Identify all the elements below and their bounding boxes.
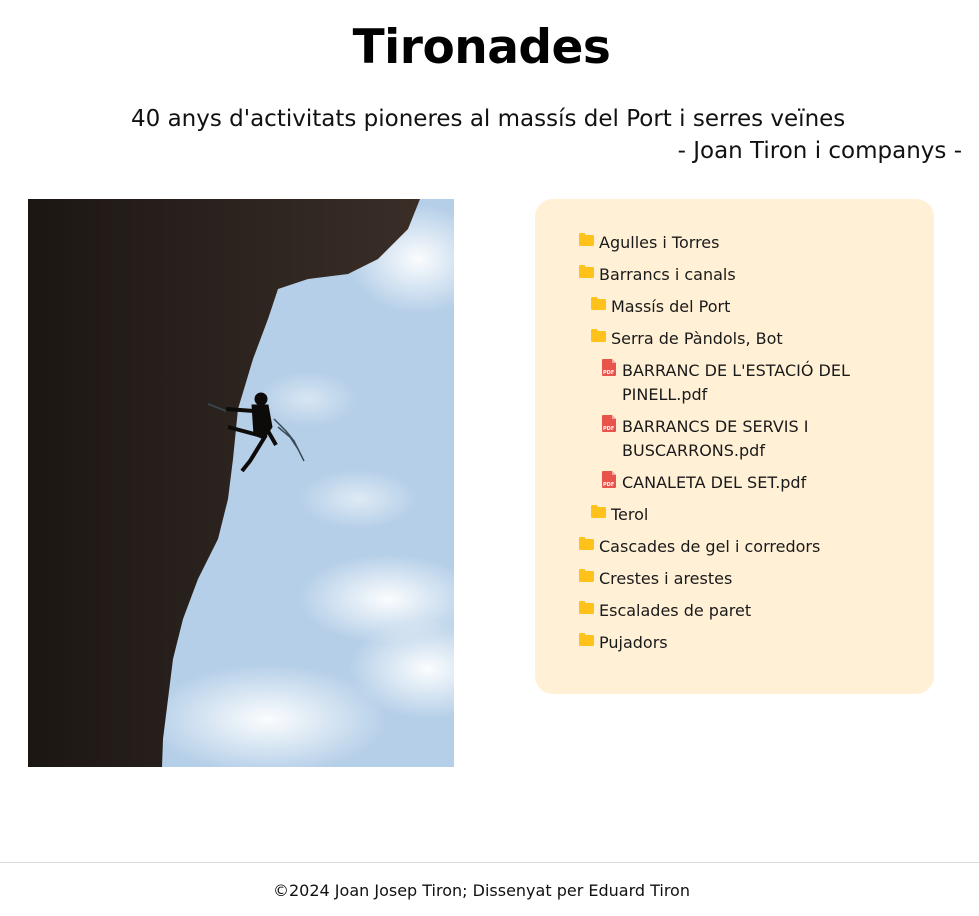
tree-item-serra-de-pandols-bot[interactable]: Serra de Pàndols, Bot <box>591 327 783 351</box>
tree-item-label: Pujadors <box>599 633 668 652</box>
pdf-file-icon: PDF <box>602 415 618 439</box>
site-subtitle: 40 anys d'activitats pioneres al massís … <box>131 106 846 132</box>
folder-icon <box>591 327 607 351</box>
tree-item-cascades-de-gel[interactable]: Cascades de gel i corredors <box>579 535 820 559</box>
folder-icon <box>579 263 595 287</box>
footer-divider <box>0 862 979 863</box>
svg-text:PDF: PDF <box>603 482 614 488</box>
tree-item-terol[interactable]: Terol <box>591 503 648 527</box>
folder-icon <box>579 599 595 623</box>
climber-photo <box>28 199 454 767</box>
tree-item-pdf-canaleta-del-set[interactable]: PDF CANALETA DEL SET.pdf <box>602 471 862 495</box>
tree-item-label: Crestes i arestes <box>599 569 733 588</box>
tree-item-label: Serra de Pàndols, Bot <box>611 329 783 348</box>
tree-item-label: BARRANCS DE SERVIS I BUSCARRONS.pdf <box>622 417 809 460</box>
svg-text:PDF: PDF <box>603 370 614 376</box>
tree-item-label: CANALETA DEL SET.pdf <box>622 473 807 492</box>
tree-item-label: Terol <box>611 505 649 524</box>
pdf-file-icon: PDF <box>602 359 618 383</box>
tree-item-pujadors[interactable]: Pujadors <box>579 631 668 655</box>
tree-item-crestes-i-arestes[interactable]: Crestes i arestes <box>579 567 732 591</box>
folder-icon <box>579 231 595 255</box>
tree-item-label: Cascades de gel i corredors <box>599 537 821 556</box>
file-tree-panel: Agulles i Torres Barrancs i canals Massí… <box>535 199 934 694</box>
tree-item-agulles-i-torres[interactable]: Agulles i Torres <box>579 231 719 255</box>
tree-item-barrancs-i-canals[interactable]: Barrancs i canals <box>579 263 736 287</box>
folder-icon <box>579 535 595 559</box>
tree-item-pdf-barrancs-servis-buscarrons[interactable]: PDF BARRANCS DE SERVIS I BUSCARRONS.pdf <box>602 415 862 463</box>
tree-item-label: Agulles i Torres <box>599 233 720 252</box>
folder-icon <box>579 567 595 591</box>
folder-icon <box>591 503 607 527</box>
tree-item-label: Escalades de paret <box>599 601 752 620</box>
folder-icon <box>579 631 595 655</box>
site-author: - Joan Tiron i companys - <box>677 138 962 164</box>
tree-item-label: Massís del Port <box>611 297 731 316</box>
pdf-file-icon: PDF <box>602 471 618 495</box>
tree-item-escalades-de-paret[interactable]: Escalades de paret <box>579 599 751 623</box>
tree-item-label: BARRANC DE L'ESTACIÓ DEL PINELL.pdf <box>622 361 850 404</box>
svg-text:PDF: PDF <box>603 426 614 432</box>
tree-item-massis-del-port[interactable]: Massís del Port <box>591 295 730 319</box>
tree-item-pdf-barranc-estacio-pinell[interactable]: PDF BARRANC DE L'ESTACIÓ DEL PINELL.pdf <box>602 359 862 407</box>
footer-copyright: ©2024 Joan Josep Tiron; Dissenyat per Ed… <box>273 881 690 900</box>
tree-item-label: Barrancs i canals <box>599 265 736 284</box>
site-title: Tironades <box>352 20 611 75</box>
folder-icon <box>591 295 607 319</box>
